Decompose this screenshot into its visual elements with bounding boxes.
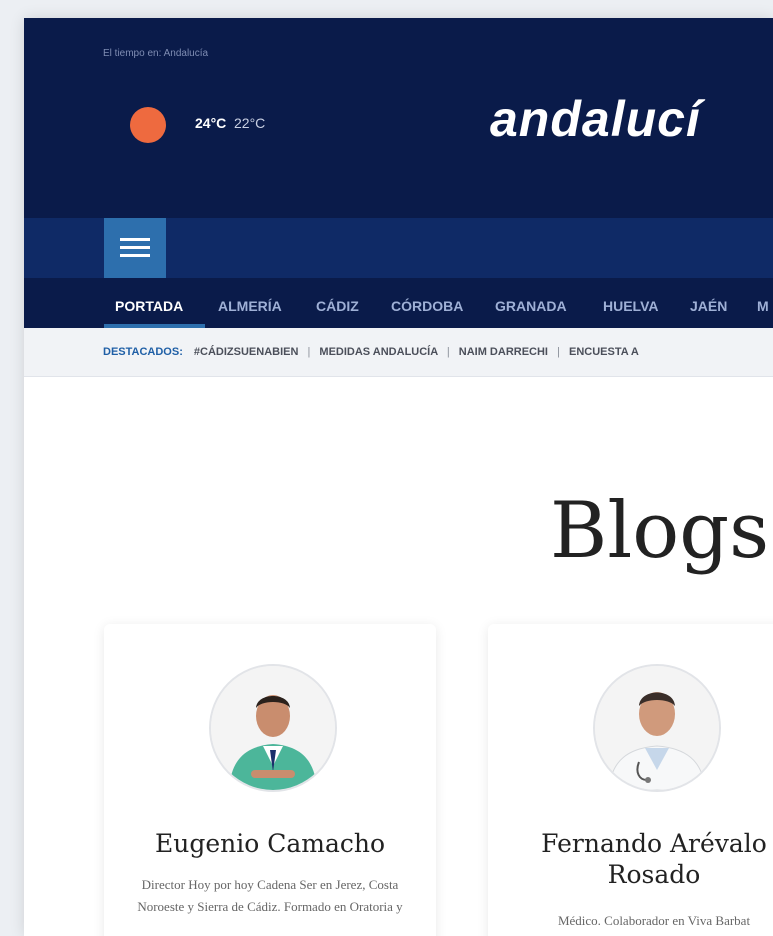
menu-bar — [24, 218, 773, 278]
blogger-name[interactable]: Fernando Arévalo Rosado — [524, 828, 773, 890]
blogger-description: Médico. Colaborador en Viva Barbat — [557, 913, 751, 928]
tag-link[interactable]: #CÁDIZSUENABIEN — [194, 346, 299, 358]
nav-item-cadiz[interactable]: CÁDIZ — [316, 298, 359, 314]
person-portrait-icon — [211, 666, 335, 790]
hamburger-menu-icon — [120, 238, 150, 241]
blogger-name[interactable]: Eugenio Camacho — [104, 828, 436, 859]
nav-item-huelva[interactable]: HUELVA — [603, 298, 658, 314]
tag-link[interactable]: ENCUESTA A — [569, 346, 639, 358]
temperature-min: 22°C — [234, 115, 266, 131]
blogger-card[interactable]: Eugenio Camacho Director Hoy por hoy Cad… — [104, 624, 436, 936]
featured-tags-bar: DESTACADOS: #CÁDIZSUENABIEN | MEDIDAS AN… — [24, 328, 773, 377]
tag-link[interactable]: MEDIDAS ANDALUCÍA — [319, 346, 437, 358]
avatar[interactable] — [209, 664, 337, 792]
blogger-card[interactable]: Fernando Arévalo Rosado Médico. Colabora… — [488, 624, 773, 936]
tag-link[interactable]: NAIM DARRECHI — [459, 346, 548, 358]
site-logo[interactable]: andalucí — [490, 90, 701, 148]
hamburger-menu-icon — [120, 246, 150, 249]
nav-item-portada[interactable]: PORTADA — [115, 298, 183, 314]
weather-label: El tiempo en: Andalucía — [103, 48, 209, 59]
browser-page: El tiempo en: Andalucía 24°C 22°C andalu… — [24, 18, 773, 936]
site-header: El tiempo en: Andalucía 24°C 22°C andalu… — [24, 18, 773, 218]
blogger-description: Director Hoy por hoy Cadena Ser en Jerez… — [137, 877, 403, 914]
nav-item-almeria[interactable]: ALMERÍA — [218, 298, 282, 314]
nav-item-jaen[interactable]: JAÉN — [690, 298, 727, 314]
person-portrait-icon — [595, 666, 719, 790]
tag-separator: | — [446, 346, 450, 358]
avatar[interactable] — [593, 664, 721, 792]
nav-item-cordoba[interactable]: CÓRDOBA — [391, 298, 463, 314]
tag-separator: | — [307, 346, 311, 358]
tag-separator: | — [557, 346, 560, 358]
nav-item-granada[interactable]: GRANADA — [495, 298, 567, 314]
nav-item-more[interactable]: M — [757, 298, 769, 314]
hamburger-menu-icon — [120, 254, 150, 257]
menu-button[interactable] — [104, 218, 166, 278]
featured-tags: DESTACADOS: #CÁDIZSUENABIEN | MEDIDAS AN… — [103, 346, 639, 358]
temperature-max: 24°C — [195, 115, 227, 131]
main-nav: PORTADA ALMERÍA CÁDIZ CÓRDOBA GRANADA HU… — [24, 278, 773, 328]
section-title: Blogs d — [550, 486, 773, 576]
featured-label: DESTACADOS: — [103, 346, 183, 358]
sun-icon — [130, 107, 166, 143]
